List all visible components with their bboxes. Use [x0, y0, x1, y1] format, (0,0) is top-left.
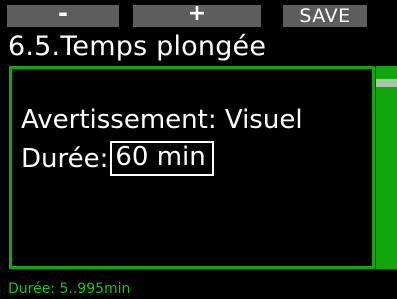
page-title: 6.5.Temps plongée: [8, 31, 267, 62]
save-button[interactable]: SAVE: [283, 5, 367, 27]
duration-label: Durée:: [21, 143, 109, 174]
settings-panel: Avertissement: Visuel Durée: 60 min: [9, 66, 375, 269]
scrollbar[interactable]: [376, 66, 397, 269]
duration-value-field[interactable]: 60 min: [110, 141, 214, 176]
scroll-thumb[interactable]: [376, 79, 397, 87]
warning-setting[interactable]: Avertissement: Visuel: [21, 107, 303, 133]
duration-setting[interactable]: Durée: 60 min: [21, 141, 214, 176]
range-hint: Durée: 5..995min: [8, 281, 131, 297]
increase-button[interactable]: +: [133, 3, 261, 27]
decrease-button[interactable]: -: [7, 1, 119, 27]
softkey-bar: - + SAVE: [6, 1, 393, 31]
